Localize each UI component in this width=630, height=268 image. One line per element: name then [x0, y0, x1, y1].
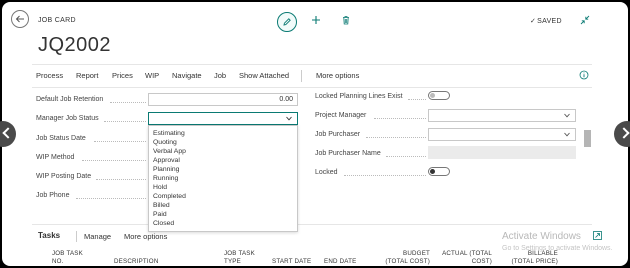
tasks-more-options-button[interactable]: More options	[124, 232, 167, 241]
expand-icon[interactable]	[593, 231, 602, 240]
info-icon[interactable]	[579, 70, 589, 80]
column-header-job-task-no[interactable]: JOB TASK NO.	[52, 250, 83, 266]
activate-windows-subtitle: Go to Settings to activate Windows.	[502, 245, 613, 252]
column-header-end-date[interactable]: END DATE	[324, 250, 356, 266]
field-label: Default Job Retention	[36, 96, 104, 103]
tasks-separator	[76, 231, 77, 242]
column-header-job-task-type[interactable]: JOB TASK TYPE	[224, 250, 255, 266]
action-navigate[interactable]: Navigate	[172, 71, 202, 80]
column-header-start-date[interactable]: START DATE	[272, 250, 311, 266]
activate-windows-watermark: Activate Windows	[502, 231, 581, 242]
chevron-down-icon	[286, 116, 292, 121]
status-option[interactable]: Verbal App	[153, 148, 186, 155]
field-leader	[104, 121, 146, 122]
field-leader	[386, 156, 426, 157]
field-label: Job Purchaser	[315, 131, 361, 138]
field-leader	[96, 179, 146, 180]
field-label: Job Status Date	[36, 135, 86, 142]
locked-planning-lines-toggle[interactable]	[428, 91, 450, 100]
chevron-left-icon	[2, 127, 14, 139]
field-leader	[76, 198, 146, 199]
collapse-icon[interactable]	[580, 15, 590, 25]
tasks-title: Tasks	[38, 231, 61, 240]
column-header-description[interactable]: DESCRIPTION	[114, 250, 159, 266]
check-icon: ✓	[530, 18, 537, 25]
field-label: Locked Planning Lines Exist	[315, 93, 403, 100]
job-status-dropdown-list: Estimating Quoting Verbal App Approval P…	[148, 125, 298, 232]
default-job-retention-input[interactable]: 0.00	[148, 93, 298, 106]
status-option[interactable]: Completed	[153, 193, 186, 200]
action-show-attached[interactable]: Show Attached	[239, 71, 289, 80]
status-option[interactable]: Hold	[153, 184, 167, 191]
manager-job-status-select[interactable]	[148, 112, 298, 125]
action-more-options[interactable]: More options	[316, 71, 359, 80]
field-leader	[408, 99, 426, 100]
job-purchaser-name-field	[428, 146, 576, 159]
scrollbar-thumb[interactable]	[584, 130, 591, 147]
toggle-knob	[430, 169, 435, 174]
column-header-actual-total-cost[interactable]: ACTUAL (TOTAL COST)	[438, 250, 492, 266]
field-label: Job Phone	[36, 192, 70, 199]
field-value: 0.00	[279, 96, 293, 103]
edit-button[interactable]	[277, 12, 297, 32]
status-option[interactable]: Closed	[153, 220, 174, 227]
plus-icon[interactable]	[311, 15, 321, 25]
action-prices[interactable]: Prices	[112, 71, 133, 80]
project-manager-select[interactable]	[428, 109, 576, 122]
action-separator	[301, 70, 302, 82]
status-option[interactable]: Billed	[153, 202, 170, 209]
field-leader	[374, 118, 426, 119]
locked-toggle[interactable]	[428, 167, 450, 176]
chevron-down-icon	[564, 132, 570, 137]
field-leader	[110, 102, 146, 103]
job-card-page: JOB CARD JQ2002 ✓SAVED Process Report Pr…	[2, 2, 628, 266]
job-purchaser-select[interactable]	[428, 128, 576, 141]
status-option[interactable]: Estimating	[153, 130, 185, 137]
field-label: Job Purchaser Name	[315, 150, 381, 157]
column-header-billable-total-price[interactable]: BILLABLE (TOTAL PRICE)	[502, 250, 558, 266]
chevron-right-icon	[618, 127, 630, 139]
action-bar: Process Report Prices WIP Navigate Job S…	[32, 64, 592, 88]
saved-status: ✓SAVED	[530, 17, 562, 25]
chevron-down-icon	[564, 113, 570, 118]
back-button[interactable]	[11, 10, 29, 28]
status-option[interactable]: Quoting	[153, 139, 177, 146]
status-option[interactable]: Running	[153, 175, 178, 182]
field-label: WIP Posting Date	[36, 173, 92, 180]
page-caption: JOB CARD	[38, 17, 76, 24]
action-job[interactable]: Job	[214, 71, 226, 80]
action-report[interactable]: Report	[76, 71, 99, 80]
edit-pencil-icon	[283, 18, 291, 26]
scrollbar-track[interactable]	[584, 90, 591, 240]
saved-label: SAVED	[537, 18, 562, 25]
column-header-budget-total-cost[interactable]: BUDGET (TOTAL COST)	[384, 250, 430, 266]
action-process[interactable]: Process	[36, 71, 63, 80]
action-wip[interactable]: WIP	[145, 71, 159, 80]
field-leader	[344, 175, 426, 176]
trash-icon[interactable]	[341, 15, 351, 25]
field-leader	[94, 141, 146, 142]
field-label: Locked	[315, 169, 338, 176]
toggle-knob	[430, 93, 435, 98]
field-leader	[82, 160, 146, 161]
field-label: WIP Method	[36, 154, 75, 161]
page-title: JQ2002	[38, 34, 112, 56]
field-label: Project Manager	[315, 112, 367, 119]
field-leader	[366, 137, 426, 138]
tasks-manage-button[interactable]: Manage	[84, 232, 111, 241]
status-option[interactable]: Paid	[153, 211, 167, 218]
status-option[interactable]: Planning	[153, 166, 179, 173]
status-option[interactable]: Approval	[153, 157, 180, 164]
back-arrow-icon	[15, 15, 24, 23]
field-label: Manager Job Status	[36, 115, 99, 122]
